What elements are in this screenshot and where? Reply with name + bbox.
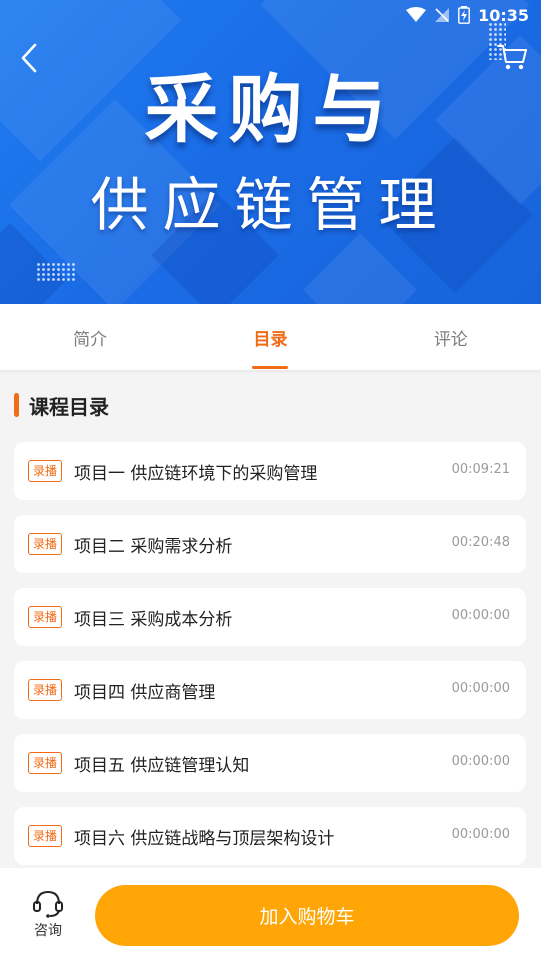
back-button[interactable] [14, 40, 44, 76]
back-arrow-icon [21, 43, 37, 73]
tab-comments-label: 评论 [433, 329, 468, 350]
recorded-badge: 录播 [28, 825, 63, 847]
tab-intro-label: 简介 [73, 329, 108, 350]
recorded-badge: 录播 [28, 679, 63, 701]
add-to-cart-button[interactable]: 加入购物车 [95, 885, 519, 946]
battery-icon [458, 6, 470, 24]
bottom-action-bar: 咨询 加入购物车 [0, 868, 541, 963]
lesson-item[interactable]: 录播 项目一 供应链环境下的采购管理 00:09:21 [14, 442, 526, 500]
consult-label: 咨询 [34, 923, 62, 939]
signal-icon [435, 8, 450, 22]
lesson-title: 项目六 供应链战略与顶层架构设计 [74, 828, 335, 849]
section-title: 课程目录 [29, 394, 109, 419]
tab-catalog[interactable]: 目录 [180, 304, 360, 370]
course-page: 采购与 供应链管理 10:35 简介 目录 评论 课程目录 录播 项目一 供应链… [0, 0, 541, 963]
lesson-title: 项目三 采购成本分析 [74, 609, 233, 630]
status-bar: 10:35 [406, 4, 529, 26]
lesson-item[interactable]: 录播 项目五 供应链管理认知 00:00:00 [14, 734, 526, 792]
lesson-item[interactable]: 录播 项目六 供应链战略与顶层架构设计 00:00:00 [14, 807, 526, 865]
wifi-icon [406, 7, 427, 22]
banner-title-line1: 采购与 [144, 67, 397, 153]
course-banner: 采购与 供应链管理 10:35 [0, 0, 541, 304]
tab-comments[interactable]: 评论 [361, 304, 541, 370]
lesson-title: 项目四 供应商管理 [74, 682, 216, 703]
recorded-badge: 录播 [28, 752, 63, 774]
active-tab-indicator [252, 366, 289, 369]
recorded-badge: 录播 [28, 606, 63, 628]
tab-intro[interactable]: 简介 [0, 304, 180, 370]
section-accent-bar [14, 393, 19, 417]
cart-icon [497, 45, 527, 70]
consult-button[interactable]: 咨询 [22, 888, 74, 940]
recorded-badge: 录播 [28, 460, 63, 482]
status-time: 10:35 [478, 5, 529, 25]
section-heading: 课程目录 [14, 390, 109, 420]
lesson-duration: 00:09:21 [451, 462, 510, 477]
lesson-duration: 00:00:00 [451, 754, 510, 769]
lesson-duration: 00:00:00 [451, 681, 510, 696]
lesson-item[interactable]: 录播 项目三 采购成本分析 00:00:00 [14, 588, 526, 646]
lesson-title: 项目二 采购需求分析 [74, 536, 233, 557]
tab-bar: 简介 目录 评论 [0, 304, 541, 370]
lesson-duration: 00:00:00 [451, 608, 510, 623]
lesson-title: 项目五 供应链管理认知 [74, 755, 250, 776]
lesson-title: 项目一 供应链环境下的采购管理 [74, 463, 318, 484]
lesson-duration: 00:20:48 [451, 535, 510, 550]
lesson-item[interactable]: 录播 项目四 供应商管理 00:00:00 [14, 661, 526, 719]
tab-catalog-label: 目录 [253, 329, 288, 350]
headset-icon [33, 890, 63, 918]
recorded-badge: 录播 [28, 533, 63, 555]
lesson-list: 录播 项目一 供应链环境下的采购管理 00:09:21 录播 项目二 采购需求分… [14, 442, 526, 880]
lesson-item[interactable]: 录播 项目二 采购需求分析 00:20:48 [14, 515, 526, 573]
lesson-duration: 00:00:00 [451, 827, 510, 842]
banner-title-line2: 供应链管理 [90, 171, 451, 239]
cart-button[interactable] [495, 40, 529, 74]
